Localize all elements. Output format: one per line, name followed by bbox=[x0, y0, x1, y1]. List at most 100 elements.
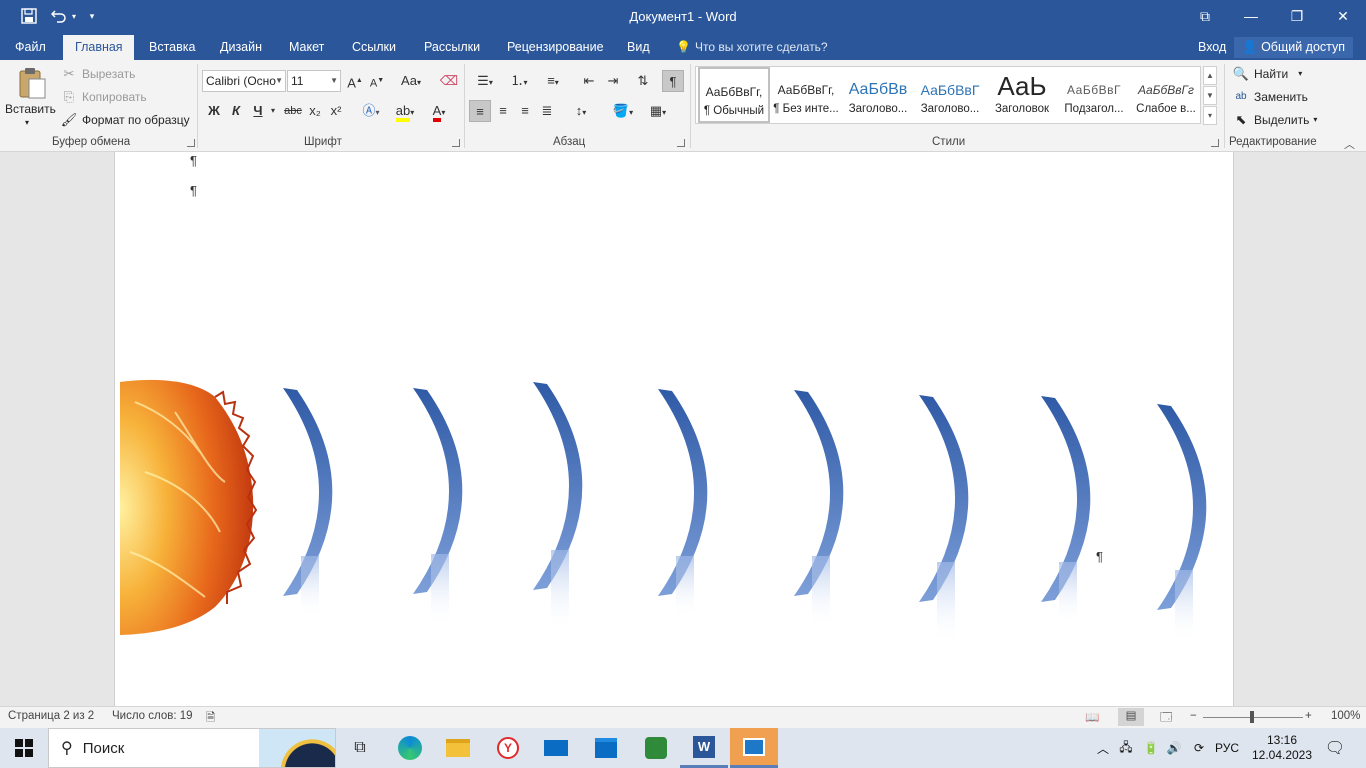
font-size-combo[interactable]: 11 ▼ bbox=[287, 70, 341, 92]
strikethrough-button[interactable]: abc bbox=[282, 100, 304, 122]
proofing-icon[interactable]: 🗎 bbox=[206, 710, 215, 729]
edge-icon[interactable] bbox=[386, 728, 434, 768]
tab-view[interactable]: Вид bbox=[615, 35, 662, 60]
style-heading-2[interactable]: АаБбВвГ Заголово... bbox=[914, 67, 986, 123]
style-title[interactable]: АаЬ Заголовок bbox=[986, 67, 1058, 123]
change-case-button[interactable]: Aa▾ bbox=[396, 70, 426, 92]
find-button[interactable]: 🔍 Найти ▾ bbox=[1232, 64, 1302, 84]
style-subtitle[interactable]: АаБбВвГ Подзагол... bbox=[1058, 67, 1130, 123]
shading-button[interactable]: 🪣▾ bbox=[608, 100, 638, 122]
tab-mailings[interactable]: Рассылки bbox=[412, 35, 492, 60]
shrink-font-button[interactable]: A▼ bbox=[368, 70, 386, 92]
meet-now-icon[interactable]: ⟳ bbox=[1188, 728, 1210, 768]
subscript-button[interactable]: x₂ bbox=[306, 100, 324, 122]
underline-dropdown-icon[interactable]: ▾ bbox=[268, 100, 278, 122]
increase-indent-button[interactable]: ⇥ bbox=[602, 70, 624, 92]
grow-font-button[interactable]: A▲ bbox=[346, 70, 364, 92]
web-layout-icon[interactable]: 🗔 bbox=[1160, 710, 1172, 729]
mail-icon[interactable] bbox=[532, 728, 580, 768]
clipboard-launcher-icon[interactable] bbox=[187, 139, 195, 147]
font-color-button[interactable]: A▾ bbox=[424, 100, 454, 122]
notifications-icon[interactable]: 🗨 bbox=[1318, 728, 1352, 768]
align-left-button[interactable]: ≡ bbox=[469, 100, 491, 122]
style-heading-1[interactable]: АаБбВв Заголово... bbox=[842, 67, 914, 123]
paste-button[interactable]: Вставить ▾ bbox=[5, 64, 56, 130]
document-page[interactable]: ¶ ¶ ¶ bbox=[114, 152, 1234, 706]
tab-review[interactable]: Рецензирование bbox=[495, 35, 616, 60]
word-count[interactable]: Число слов: 19 bbox=[112, 710, 193, 722]
clock[interactable]: 13:16 12.04.2023 bbox=[1250, 728, 1314, 768]
volume-icon[interactable]: 🔊 bbox=[1164, 728, 1184, 768]
italic-button[interactable]: К bbox=[226, 100, 246, 122]
bold-button[interactable]: Ж bbox=[204, 100, 224, 122]
taskbar-search-box[interactable]: ⚲ Поиск bbox=[48, 728, 336, 768]
zoom-slider-thumb[interactable] bbox=[1250, 711, 1254, 723]
borders-button[interactable]: ▦▾ bbox=[642, 100, 674, 122]
style-normal[interactable]: АаБбВвГг, ¶ Обычный bbox=[698, 67, 770, 123]
kaspersky-icon[interactable] bbox=[632, 728, 680, 768]
tab-design[interactable]: Дизайн bbox=[208, 35, 274, 60]
gallery-more-icon[interactable]: ▾ bbox=[1203, 106, 1217, 125]
multilevel-list-button[interactable]: ≡▾ bbox=[538, 70, 568, 92]
start-button[interactable] bbox=[0, 728, 48, 768]
paragraph-launcher-icon[interactable] bbox=[677, 139, 685, 147]
zoom-out-icon[interactable]: − bbox=[1190, 710, 1197, 722]
tab-references[interactable]: Ссылки bbox=[340, 35, 408, 60]
highlight-button[interactable]: ab▾ bbox=[390, 100, 420, 122]
paste-label: Вставить bbox=[5, 102, 56, 116]
task-view-icon[interactable]: ⧉ bbox=[336, 728, 384, 768]
read-mode-icon[interactable]: 📖 bbox=[1085, 710, 1099, 724]
minimize-button[interactable]: — bbox=[1228, 0, 1274, 32]
print-layout-icon[interactable]: ▤ bbox=[1118, 708, 1144, 726]
word-taskbar-icon[interactable]: W bbox=[680, 728, 728, 768]
zoom-in-icon[interactable]: + bbox=[1305, 710, 1312, 722]
style-no-spacing[interactable]: АаБбВвГг, ¶ Без инте... bbox=[770, 67, 842, 123]
align-center-button[interactable]: ≡ bbox=[492, 100, 514, 122]
wave-reflection-3 bbox=[551, 550, 569, 632]
share-button[interactable]: 👤 Общий доступ bbox=[1234, 37, 1354, 58]
superscript-button[interactable]: x² bbox=[327, 100, 345, 122]
photos-taskbar-icon[interactable] bbox=[730, 728, 778, 768]
gallery-scroll-down-icon[interactable]: ▼ bbox=[1203, 86, 1217, 105]
decrease-indent-button[interactable]: ⇤ bbox=[578, 70, 600, 92]
maximize-button[interactable]: ❐ bbox=[1274, 0, 1320, 32]
tab-layout[interactable]: Макет bbox=[277, 35, 336, 60]
gallery-scroll-up-icon[interactable]: ▲ bbox=[1203, 66, 1217, 85]
text-effects-button[interactable]: Ⓐ▾ bbox=[358, 100, 384, 122]
sort-button[interactable]: ⇅ bbox=[632, 70, 654, 92]
store-icon[interactable] bbox=[582, 728, 630, 768]
font-launcher-icon[interactable] bbox=[452, 139, 460, 147]
line-spacing-button[interactable]: ↕▾ bbox=[566, 100, 596, 122]
tell-me-box[interactable]: 💡 Что вы хотите сделать? bbox=[676, 35, 828, 60]
align-right-button[interactable]: ≡ bbox=[514, 100, 536, 122]
collapse-ribbon-icon[interactable]: ︿ bbox=[1344, 136, 1355, 152]
close-button[interactable]: ✕ bbox=[1320, 0, 1366, 32]
font-name-combo[interactable]: Calibri (Осно ▼ bbox=[202, 70, 286, 92]
ribbon-display-options-button[interactable]: ⧉ bbox=[1182, 0, 1228, 32]
tray-overflow-icon[interactable]: ︿ bbox=[1094, 728, 1112, 768]
clear-formatting-button[interactable]: ⌫ bbox=[438, 70, 460, 92]
network-icon[interactable]: 🖧 bbox=[1116, 728, 1136, 768]
signin-link[interactable]: Вход bbox=[1190, 37, 1234, 58]
bullets-button[interactable]: ☰▾ bbox=[470, 70, 500, 92]
tab-insert[interactable]: Вставка bbox=[137, 35, 207, 60]
copy-button[interactable]: ⎘ Копировать bbox=[60, 87, 147, 107]
zoom-level[interactable]: 100% bbox=[1331, 710, 1360, 722]
cut-button[interactable]: ✂ Вырезать bbox=[60, 64, 136, 84]
style-subtle-emphasis[interactable]: АаБбВвГг Слабое в... bbox=[1130, 67, 1202, 123]
page-count[interactable]: Страница 2 из 2 bbox=[8, 710, 94, 722]
show-marks-button[interactable]: ¶ bbox=[662, 70, 684, 92]
justify-button[interactable]: ≣ bbox=[536, 100, 558, 122]
underline-button[interactable]: Ч bbox=[248, 100, 268, 122]
tab-home[interactable]: Главная bbox=[63, 35, 134, 60]
language-indicator[interactable]: РУС bbox=[1212, 728, 1242, 768]
file-explorer-icon[interactable] bbox=[434, 728, 482, 768]
tab-file[interactable]: Файл bbox=[3, 35, 58, 60]
battery-icon[interactable]: 🔋 bbox=[1140, 728, 1162, 768]
select-button[interactable]: ⬉ Выделить ▾ bbox=[1232, 110, 1318, 130]
numbering-button[interactable]: ⒈▾ bbox=[504, 70, 534, 92]
yandex-browser-icon[interactable]: Y bbox=[484, 728, 532, 768]
styles-launcher-icon[interactable] bbox=[1211, 139, 1219, 147]
format-painter-button[interactable]: 🖌 Формат по образцу bbox=[60, 110, 190, 130]
replace-button[interactable]: ab Заменить bbox=[1232, 87, 1308, 107]
